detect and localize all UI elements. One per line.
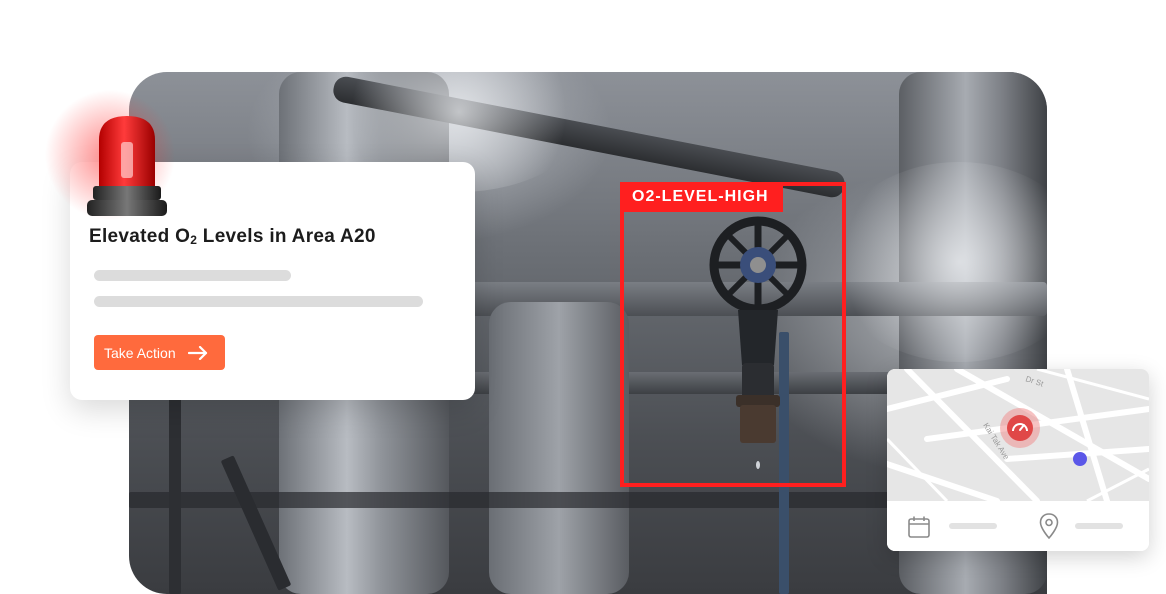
current-location-dot [1073, 452, 1087, 466]
map-footer [887, 501, 1149, 551]
pipe [169, 392, 181, 594]
calendar-icon[interactable] [907, 515, 931, 539]
map-pin-icon[interactable] [1039, 513, 1059, 539]
map-view[interactable]: Dr St Kai Tak Ave [887, 369, 1149, 504]
steam [829, 162, 1047, 362]
take-action-button[interactable]: Take Action [94, 335, 225, 370]
detection-label: O2-LEVEL-HIGH [620, 182, 783, 212]
take-action-label: Take Action [104, 344, 176, 361]
alert-title-suffix: Levels in Area A20 [197, 226, 376, 247]
alert-title-prefix: Elevated O [89, 226, 191, 247]
placeholder-line [94, 270, 291, 281]
location-placeholder [1075, 523, 1123, 529]
alert-title: Elevated O2 Levels in Area A20 [89, 226, 376, 248]
gauge-marker-icon[interactable] [999, 407, 1041, 449]
siren-icon [87, 116, 167, 216]
date-placeholder [949, 523, 997, 529]
map-card: Dr St Kai Tak Ave [887, 369, 1149, 551]
arrow-right-icon [187, 345, 207, 360]
pipe [489, 302, 629, 594]
detection-box [620, 182, 846, 487]
street-label: Dr St [1024, 374, 1045, 388]
placeholder-line [94, 296, 423, 307]
